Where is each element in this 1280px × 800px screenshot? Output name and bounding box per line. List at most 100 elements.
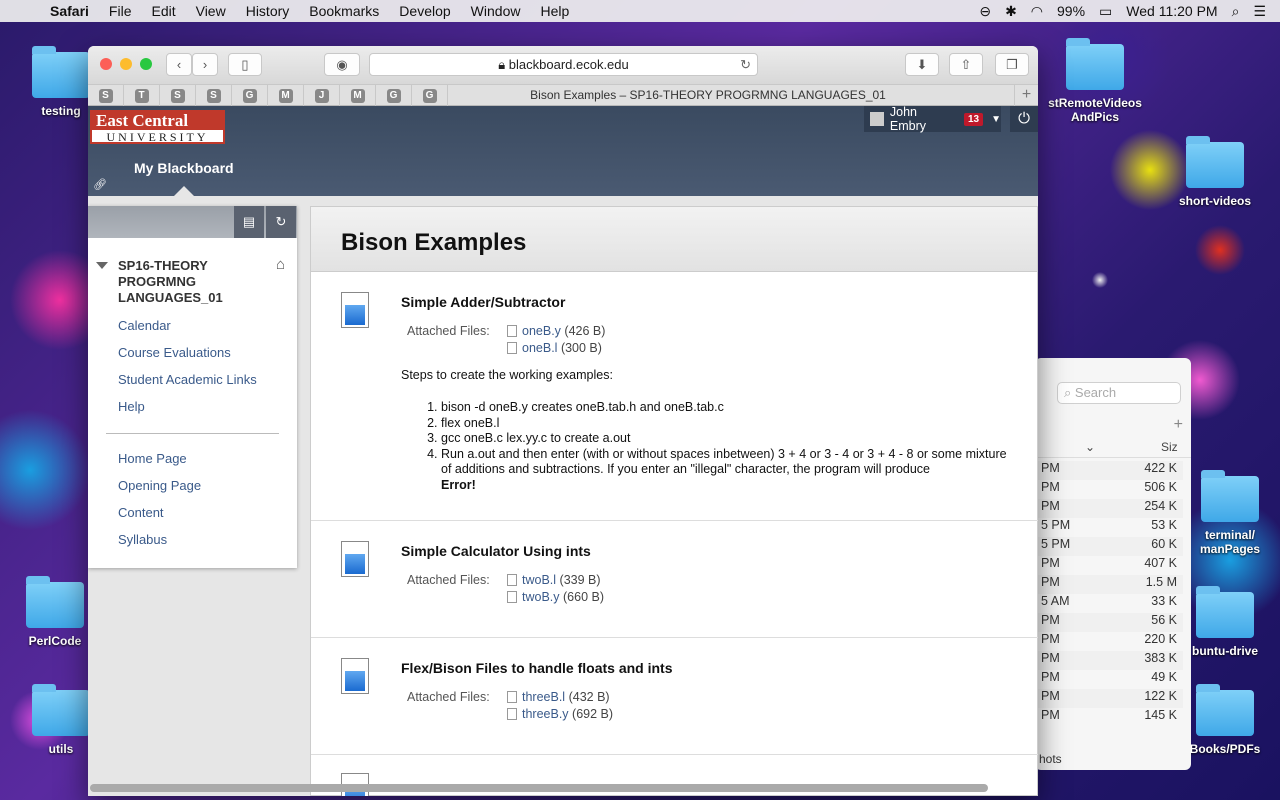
list-item[interactable]: PM 1.5 M: [1035, 575, 1183, 594]
file-link[interactable]: oneB.y (426 B): [507, 324, 605, 338]
sidebar-item-student-academic-links[interactable]: Student Academic Links: [118, 372, 257, 387]
page-title: Bison Examples: [311, 207, 1037, 272]
file-link[interactable]: threeB.l (432 B): [507, 690, 610, 704]
zoom-window-button[interactable]: [140, 58, 152, 70]
battery-percent[interactable]: 99%: [1057, 3, 1085, 19]
item-title[interactable]: Flex/Bison Files to handle floats and in…: [401, 660, 672, 676]
list-item[interactable]: PM 122 K: [1035, 689, 1183, 708]
favorite-item[interactable]: S: [88, 85, 124, 106]
horizontal-scrollbar[interactable]: [90, 784, 988, 792]
minimize-window-button[interactable]: [120, 58, 132, 70]
item-title[interactable]: Simple Calculator Using ints: [401, 543, 591, 559]
menu-safari[interactable]: Safari: [50, 3, 89, 19]
menu-edit[interactable]: Edit: [151, 3, 175, 19]
course-title[interactable]: SP16-THEORY PROGRMNG LANGUAGES_01: [118, 258, 238, 306]
chevron-down-icon: ▼: [991, 113, 1001, 125]
desktop-folder-remote-videos[interactable]: stRemoteVideos AndPics: [1035, 38, 1155, 124]
item-title[interactable]: Simple Adder/Subtractor: [401, 294, 565, 310]
favorite-item[interactable]: M: [268, 85, 304, 106]
list-item[interactable]: PM 145 K: [1035, 708, 1183, 727]
list-item[interactable]: PM 506 K: [1035, 480, 1183, 499]
finder-search-input[interactable]: ⌕ Search: [1057, 382, 1181, 404]
user-menu[interactable]: John Embry 13 ▼: [864, 105, 1001, 133]
sidebar-item-help[interactable]: Help: [118, 399, 145, 414]
file-link[interactable]: twoB.l (339 B): [507, 573, 601, 587]
clock[interactable]: Wed 11:20 PM: [1126, 3, 1217, 19]
sidebar-item-syllabus[interactable]: Syllabus: [118, 532, 167, 547]
list-item[interactable]: PM 422 K: [1035, 461, 1183, 480]
back-button[interactable]: ‹: [166, 53, 192, 76]
desktop-folder-ubuntu-drive[interactable]: buntu-drive: [1180, 586, 1270, 658]
do-not-disturb-icon[interactable]: ⊖: [979, 3, 991, 20]
list-item[interactable]: PM 254 K: [1035, 499, 1183, 518]
sidebar-item-content[interactable]: Content: [118, 505, 164, 520]
close-window-button[interactable]: [100, 58, 112, 70]
menu-history[interactable]: History: [246, 3, 290, 19]
university-logo[interactable]: East Central UNIVERSITY: [90, 110, 225, 144]
downloads-button[interactable]: ⬇: [905, 53, 939, 76]
favorite-item[interactable]: S: [160, 85, 196, 106]
file-link[interactable]: threeB.y (692 B): [507, 707, 613, 721]
course-menu-toolbar: ▤ ↻: [88, 206, 297, 238]
menu-bookmarks[interactable]: Bookmarks: [309, 3, 379, 19]
desktop-folder-perlcode[interactable]: PerlCode: [20, 576, 90, 648]
list-item[interactable]: PM 56 K: [1035, 613, 1183, 632]
sidebar-item-home-page[interactable]: Home Page: [118, 451, 187, 466]
menu-window[interactable]: Window: [471, 3, 521, 19]
wifi-icon[interactable]: ◠: [1031, 3, 1043, 20]
folder-view-button[interactable]: ▤: [234, 206, 264, 238]
link-icon[interactable]: 🔗︎: [93, 178, 107, 191]
favorite-item[interactable]: M: [340, 85, 376, 106]
bluetooth-icon[interactable]: ✱: [1005, 3, 1017, 20]
collapse-caret-icon[interactable]: [96, 262, 108, 269]
menu-file[interactable]: File: [109, 3, 132, 19]
logout-button[interactable]: ⏻: [1010, 106, 1038, 132]
list-item[interactable]: PM 383 K: [1035, 651, 1183, 670]
favorite-item[interactable]: S: [196, 85, 232, 106]
desktop-folder-books[interactable]: Books/PDFs: [1180, 684, 1270, 756]
desktop-folder-short-videos[interactable]: short-videos: [1170, 136, 1260, 208]
battery-icon[interactable]: ▭: [1099, 3, 1112, 20]
apple-icon[interactable]: [20, 3, 36, 19]
menu-develop[interactable]: Develop: [399, 3, 450, 19]
add-icon[interactable]: +: [1174, 416, 1183, 434]
list-item[interactable]: PM 407 K: [1035, 556, 1183, 575]
document-icon: [341, 541, 369, 577]
file-link[interactable]: oneB.l (300 B): [507, 341, 602, 355]
sidebar-item-opening-page[interactable]: Opening Page: [118, 478, 201, 493]
file-link[interactable]: twoB.y (660 B): [507, 590, 604, 604]
desktop-folder-terminal[interactable]: terminal/ manPages: [1185, 470, 1275, 556]
tabs-overview-button[interactable]: ❐: [995, 53, 1029, 76]
favorites-bar: S T S S G M J M G G Bison Examples – SP1…: [88, 84, 1038, 106]
favorite-item[interactable]: G: [412, 85, 448, 106]
address-bar[interactable]: 🔒︎ blackboard.ecok.edu ↻: [369, 53, 758, 76]
list-item[interactable]: 5 PM 60 K: [1035, 537, 1183, 556]
list-item[interactable]: PM 220 K: [1035, 632, 1183, 651]
sidebar-item-calendar[interactable]: Calendar: [118, 318, 171, 333]
share-button[interactable]: ⇧: [949, 53, 983, 76]
favorite-item[interactable]: G: [376, 85, 412, 106]
steps-intro: Steps to create the working examples:: [401, 368, 613, 382]
list-item[interactable]: 5 PM 53 K: [1035, 518, 1183, 537]
favorite-item[interactable]: T: [124, 85, 160, 106]
refresh-button[interactable]: ↻: [266, 206, 296, 238]
favorite-item[interactable]: G: [232, 85, 268, 106]
chevron-down-icon[interactable]: ⌄: [1085, 440, 1095, 454]
sidebar-toggle-button[interactable]: ▯: [228, 53, 262, 76]
reload-icon[interactable]: ↻: [740, 54, 751, 75]
tab-my-blackboard[interactable]: My Blackboard: [134, 160, 234, 176]
home-icon[interactable]: ⌂: [276, 256, 285, 273]
privacy-button[interactable]: ◉: [324, 53, 360, 76]
menu-view[interactable]: View: [196, 3, 226, 19]
finder-column-header[interactable]: ⌄ Siz: [1035, 438, 1191, 458]
menu-help[interactable]: Help: [540, 3, 569, 19]
favorite-item[interactable]: J: [304, 85, 340, 106]
new-tab-button[interactable]: +: [1014, 85, 1038, 106]
notification-center-icon[interactable]: ☰: [1253, 3, 1266, 20]
list-item[interactable]: PM 49 K: [1035, 670, 1183, 689]
list-item[interactable]: 5 AM 33 K: [1035, 594, 1183, 613]
sidebar-item-course-evaluations[interactable]: Course Evaluations: [118, 345, 231, 360]
spotlight-icon[interactable]: ⌕: [1232, 3, 1240, 20]
forward-button[interactable]: ›: [192, 53, 218, 76]
tab-title[interactable]: Bison Examples – SP16-THEORY PROGRMNG LA…: [448, 85, 968, 106]
